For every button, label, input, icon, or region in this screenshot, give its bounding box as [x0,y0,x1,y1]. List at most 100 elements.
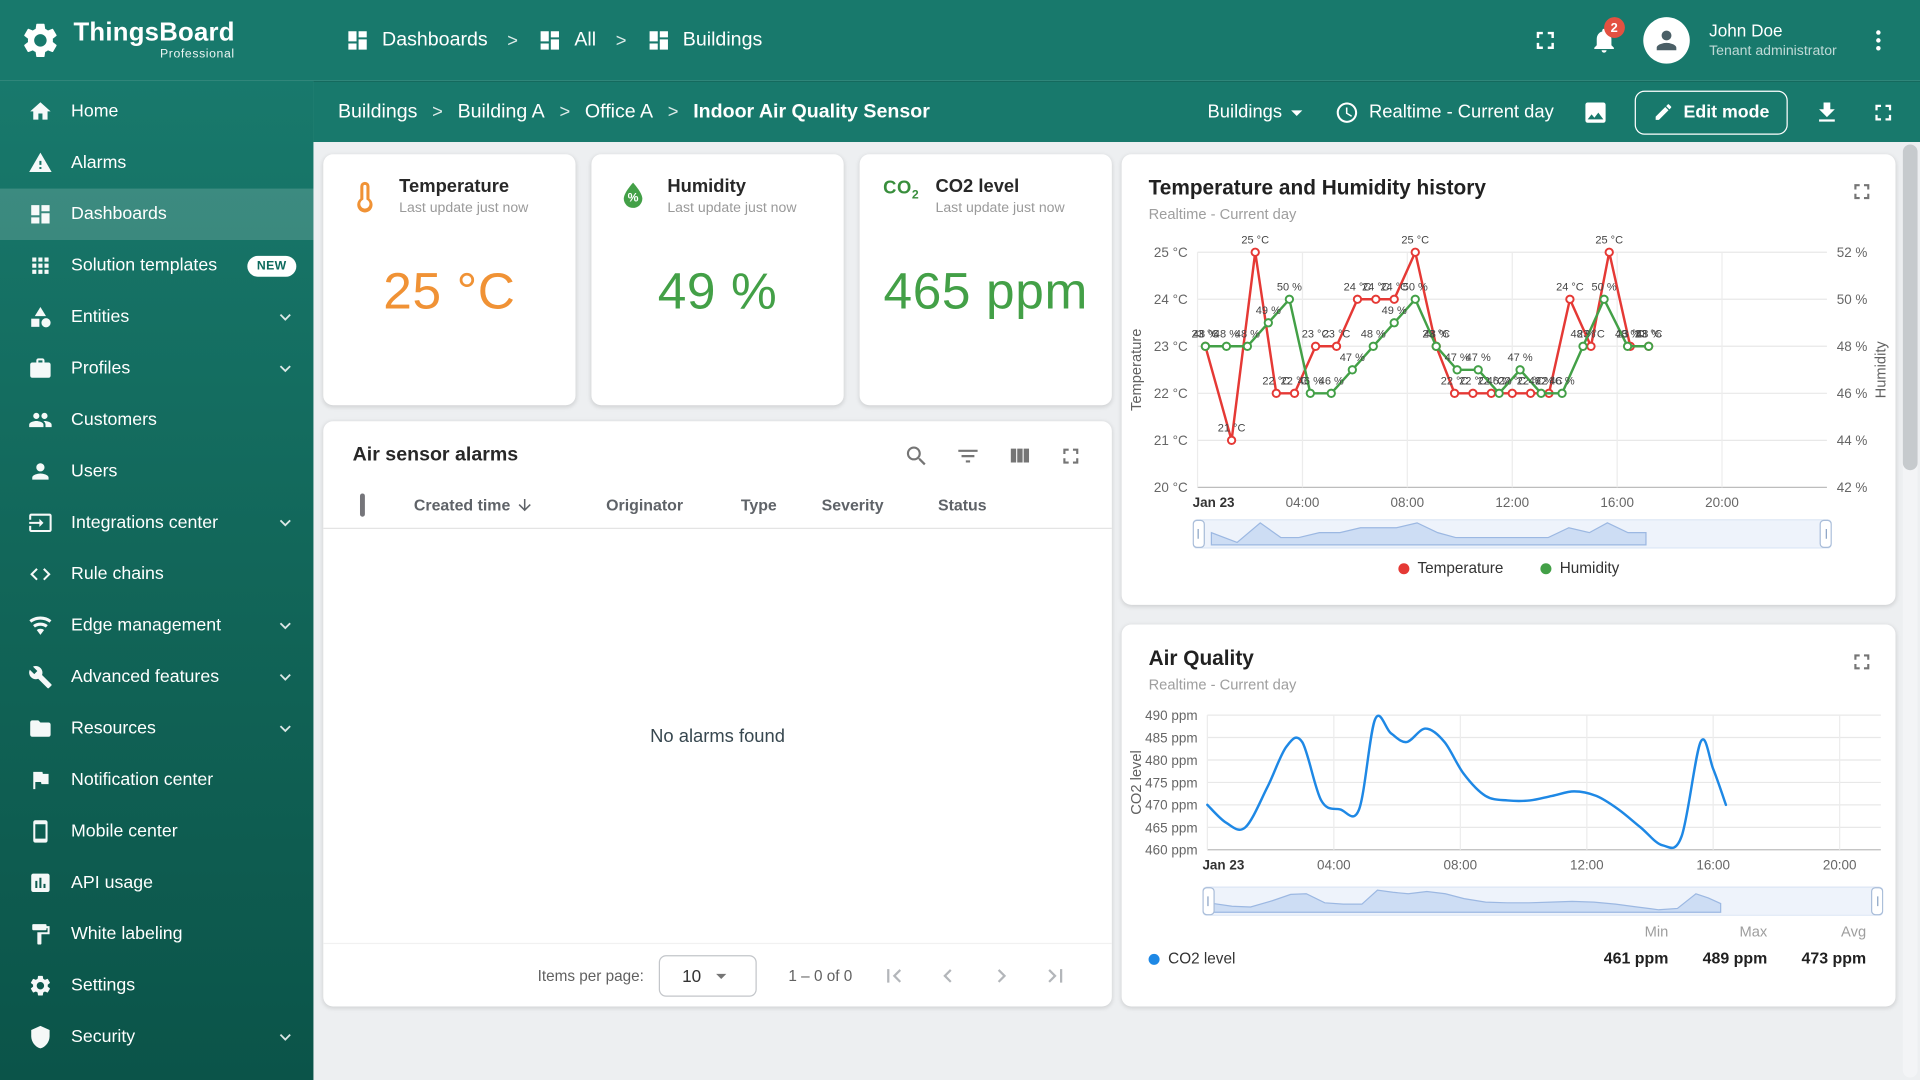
first-page-button[interactable] [867,951,921,1000]
column-header-created-time[interactable]: Created time [414,496,606,514]
sidebar-item-dashboards[interactable]: Dashboards [0,188,314,240]
sidebar-item-api-usage[interactable]: API usage [0,857,313,908]
edit-mode-button[interactable]: Edit mode [1634,89,1788,135]
clock-icon [1335,100,1359,124]
avatar[interactable] [1643,17,1690,64]
svg-text:42 %: 42 % [1837,480,1868,495]
alarms-fullscreen-button[interactable] [1056,441,1085,470]
breadcrumb-label: Dashboards [382,29,488,51]
sidebar: Home Alarms Dashboards Solution template… [0,80,314,1080]
sidebar-item-mobile-center[interactable]: Mobile center [0,806,313,857]
svg-text:Temperature: Temperature [1129,329,1145,411]
svg-text:46 %: 46 % [1487,376,1512,388]
stat-card-subtitle: Last update just now [935,200,1065,216]
alarms-search-button[interactable] [901,441,930,470]
export-dashboard-button[interactable] [1802,88,1851,137]
sidebar-item-security[interactable]: Security [0,1011,313,1062]
fullscreen-button[interactable] [1521,16,1570,65]
dashboard-breadcrumb-office-a[interactable]: Office A [585,101,653,123]
select-all-checkbox[interactable] [359,493,365,517]
more-menu-button[interactable] [1854,16,1903,65]
toolbar-actions: Buildings Realtime - Current day Edit mo… [1200,88,1908,137]
top-header: ThingsBoard Professional Dashboards > Al… [0,0,1920,81]
previous-page-button[interactable] [921,951,975,1000]
notifications-button[interactable]: 2 [1579,16,1628,65]
sidebar-item-users[interactable]: Users [0,446,313,497]
temperature-humidity-chart-widget: Temperature and Humidity history Realtim… [1121,154,1896,605]
page-scrollbar[interactable] [1902,144,1918,1078]
toolbar-fullscreen-button[interactable] [1859,88,1908,137]
sidebar-item-label: Alarms [71,153,127,173]
breadcrumb-label: All [574,29,597,51]
alarms-columns-button[interactable] [1004,441,1033,470]
sidebar-item-home[interactable]: Home [0,86,313,137]
chart-fullscreen-button[interactable] [1844,174,1878,208]
sidebar-item-rule-chains[interactable]: Rule chains [0,549,313,600]
next-page-button[interactable] [975,951,1029,1000]
edit-mode-label: Edit mode [1683,102,1770,122]
timewindow-button[interactable]: Realtime - Current day [1325,100,1564,124]
dashboard-breadcrumb-building-a[interactable]: Building A [458,101,545,123]
sidebar-item-label: Mobile center [71,821,178,842]
dashboard-breadcrumbs: Buildings > Building A > Office A > Indoor Air… [338,101,930,123]
column-label: Created time [413,495,511,515]
header-breadcrumb-dashboards[interactable]: Dashboards [345,28,488,52]
legend-item-co2-level[interactable]: CO2 level [1148,950,1235,967]
chart-fullscreen-button[interactable] [1844,644,1878,678]
sidebar-item-settings[interactable]: Settings [0,960,313,1011]
header-breadcrumb-buildings[interactable]: Buildings [646,28,762,52]
items-per-page-select[interactable]: 10 [658,954,757,997]
sidebar-item-label: Integrations center [71,513,219,533]
column-header-originator[interactable]: Originator [606,496,741,514]
pencil-icon [1653,102,1674,123]
sidebar-item-white-labeling[interactable]: White labeling [0,909,313,960]
chart-title: Air Quality [1148,646,1254,670]
last-page-button[interactable] [1029,951,1083,1000]
svg-text:12:00: 12:00 [1570,857,1604,872]
dashboard-image-button[interactable] [1571,88,1620,137]
column-header-status[interactable]: Status [938,496,1112,514]
sidebar-item-resources[interactable]: Resources [0,703,313,754]
fullscreen-icon [1870,99,1897,126]
rule-chains-icon [27,562,54,586]
column-label: Severity [821,495,884,515]
column-header-type[interactable]: Type [741,496,822,514]
alarms-filter-button[interactable] [953,441,982,470]
sidebar-item-profiles[interactable]: Profiles [0,343,313,394]
chevron-down-icon [274,512,296,534]
breadcrumb-separator: > [432,101,443,123]
scrollbar-thumb[interactable] [1902,144,1918,471]
legend-item-humidity[interactable]: Humidity [1540,560,1619,577]
svg-text:25 °C: 25 °C [1154,245,1188,260]
sidebar-item-entities[interactable]: Entities [0,291,313,342]
sidebar-item-alarms[interactable]: Alarms [0,137,313,188]
stat-card-title: CO2 level [935,176,1020,198]
home-icon [27,99,54,123]
brand[interactable]: ThingsBoard Professional [0,20,313,62]
header-breadcrumb-all[interactable]: All [538,28,597,52]
dashboard-breadcrumb-buildings[interactable]: Buildings [338,101,418,123]
chevron-down-icon [274,615,296,637]
user-info[interactable]: John Doe Tenant administrator [1709,20,1837,61]
sidebar-item-advanced-features[interactable]: Advanced features [0,651,313,702]
air-sensor-alarms-widget: Air sensor alarms Created time Originato… [323,421,1112,1007]
air-quality-chart-widget: Air Quality Realtime - Current day 490 p… [1121,624,1896,1007]
column-header-severity[interactable]: Severity [822,496,938,514]
svg-text:485 ppm: 485 ppm [1145,730,1197,745]
svg-text:465 ppm: 465 ppm [1145,820,1197,835]
sidebar-item-integrations-center[interactable]: Integrations center [0,497,313,548]
sidebar-item-solution-templates[interactable]: Solution templates NEW [0,240,313,291]
columns-icon [1006,443,1032,469]
sidebar-item-customers[interactable]: Customers [0,394,313,445]
chart-zoom-slider[interactable] [1202,886,1884,916]
kebab-icon [1865,27,1892,54]
entity-select[interactable]: Buildings [1200,99,1317,126]
svg-text:50 %: 50 % [1592,282,1617,294]
chart-zoom-slider[interactable] [1192,519,1832,549]
legend-item-temperature[interactable]: Temperature [1397,560,1503,577]
sidebar-item-edge-management[interactable]: Edge management [0,600,313,651]
stat-header: Min [1644,923,1669,941]
sidebar-item-label: API usage [71,873,153,893]
svg-text:48 %: 48 % [1837,339,1868,354]
sidebar-item-notification-center[interactable]: Notification center [0,754,313,805]
